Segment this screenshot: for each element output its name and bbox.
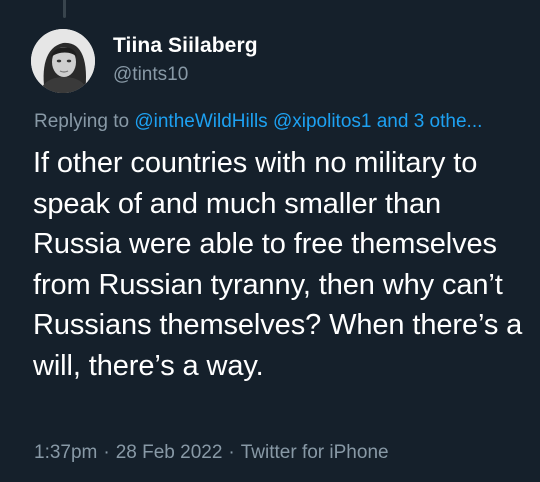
user-handle[interactable]: @tints10 [113,64,188,86]
avatar[interactable] [31,29,95,93]
profile-photo-icon [31,29,95,93]
display-name[interactable]: Tiina Siilaberg [113,34,258,58]
mention-link[interactable]: @xipolitos1 [273,111,372,132]
mention-link[interactable]: @intheWildHills [134,111,267,132]
meta-separator: · [103,442,110,463]
tweet-time[interactable]: 1:37pm [34,442,97,463]
replying-to-line: Replying to @intheWildHills @xipolitos1 … [34,111,526,133]
replying-to-label: Replying to [34,111,130,132]
tweet-client[interactable]: Twitter for iPhone [241,442,389,463]
tweet-card: Tiina Siilaberg @tints10 Replying to @in… [0,0,540,482]
tweet-text: If other countries with no military to s… [33,147,523,382]
thread-connector-line [63,0,66,18]
tweet-date[interactable]: 28 Feb 2022 [116,442,223,463]
tweet-metadata: 1:37pm · 28 Feb 2022 · Twitter for iPhone [34,442,389,464]
meta-separator: · [228,442,235,463]
others-mention-link[interactable]: and 3 othe... [377,111,483,132]
